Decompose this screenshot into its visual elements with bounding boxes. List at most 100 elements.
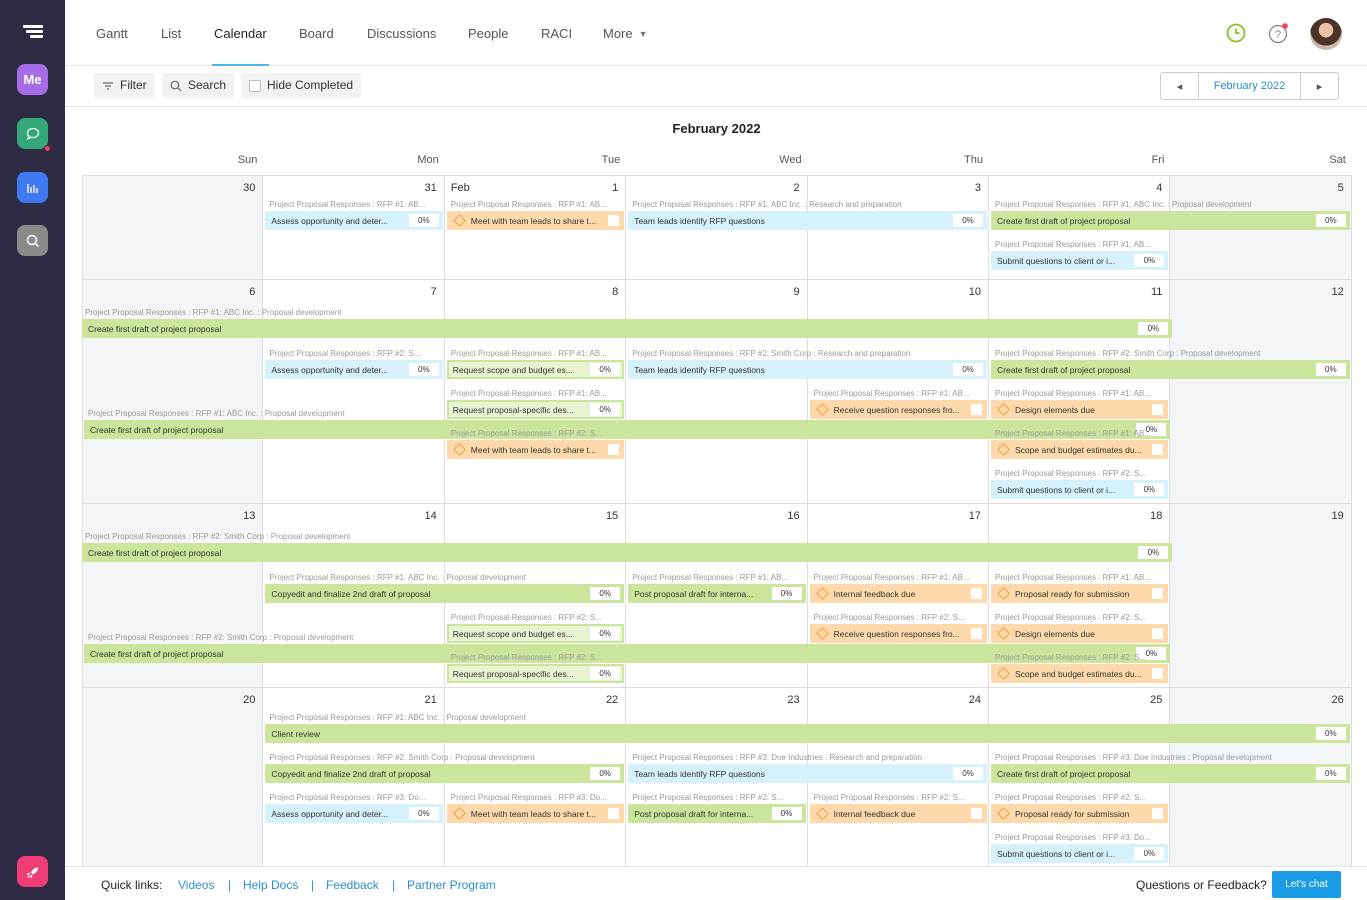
milestone-checkbox[interactable] [970, 628, 982, 639]
me-button[interactable]: Me [17, 64, 48, 95]
task-bar[interactable]: Post proposal draft for interna... 0% [628, 804, 806, 823]
milestone-bar[interactable]: Proposal ready for submission [991, 584, 1169, 603]
hide-completed-checkbox[interactable] [249, 79, 261, 92]
task-bar[interactable]: Team leads identify RFP questions 0% [628, 360, 987, 379]
tab-board[interactable]: Board [299, 0, 334, 66]
task-bar[interactable]: Team leads identify RFP questions 0% [628, 764, 987, 783]
task-bar[interactable]: Team leads identify RFP questions 0% [628, 211, 987, 230]
help-icon[interactable]: ? [1267, 22, 1291, 46]
milestone-checkbox[interactable] [1152, 404, 1164, 415]
progress-percent[interactable]: 0% [1138, 322, 1169, 335]
feedback-link[interactable]: Feedback [326, 878, 379, 892]
milestone-checkbox[interactable] [970, 588, 982, 599]
day-cell[interactable]: 30 [82, 175, 264, 280]
milestone-bar[interactable]: Design elements due [991, 400, 1169, 419]
task-bar[interactable]: Client review 0% [265, 724, 1350, 743]
milestone-checkbox[interactable] [1152, 668, 1164, 679]
progress-percent[interactable]: 0% [1315, 767, 1346, 780]
progress-percent[interactable]: 0% [771, 587, 802, 600]
chat-button[interactable] [17, 118, 51, 152]
tab-discussions[interactable]: Discussions [367, 0, 436, 66]
task-bar[interactable]: Submit questions to client or i... 0% [991, 251, 1169, 270]
prev-month-button[interactable]: ◂ [1161, 73, 1199, 99]
rocket-button[interactable] [17, 856, 48, 887]
progress-percent[interactable]: 0% [590, 667, 621, 680]
app-logo-icon[interactable] [23, 25, 43, 42]
progress-percent[interactable]: 0% [1134, 847, 1165, 860]
milestone-bar[interactable]: Internal feedback due [809, 804, 987, 823]
tab-more[interactable]: More ▼ [603, 0, 648, 66]
progress-percent[interactable]: 0% [1315, 363, 1346, 376]
tab-people[interactable]: People [468, 0, 508, 66]
progress-percent[interactable]: 0% [952, 363, 983, 376]
lets-chat-button[interactable]: Let's chat [1272, 871, 1341, 898]
search-button[interactable]: Search [162, 73, 235, 98]
day-cell[interactable]: 20 [82, 688, 264, 875]
task-bar[interactable]: Copyedit and finalize 2nd draft of propo… [265, 584, 625, 603]
current-month-button[interactable]: February 2022 [1199, 73, 1300, 99]
user-avatar[interactable] [1310, 18, 1342, 50]
milestone-bar[interactable]: Scope and budget estimates du... [991, 440, 1169, 459]
task-bar[interactable]: Submit questions to client or i... 0% [991, 844, 1169, 863]
progress-percent[interactable]: 0% [590, 587, 621, 600]
task-bar[interactable]: Create first draft of project proposal 0% [82, 543, 1173, 562]
milestone-checkbox[interactable] [970, 404, 982, 415]
tab-raci[interactable]: RACI [541, 0, 572, 66]
progress-percent[interactable]: 0% [1138, 546, 1169, 559]
milestone-checkbox[interactable] [1152, 628, 1164, 639]
task-bar[interactable]: Create first draft of project proposal 0% [991, 360, 1350, 379]
task-bar[interactable]: Post proposal draft for interna... 0% [628, 584, 806, 603]
progress-percent[interactable]: 0% [590, 403, 621, 416]
next-month-button[interactable]: ▸ [1300, 73, 1338, 99]
milestone-bar[interactable]: Receive question responses fro... [809, 400, 987, 419]
task-bar[interactable]: Copyedit and finalize 2nd draft of propo… [265, 764, 625, 783]
task-bar[interactable]: Create first draft of project proposal 0% [991, 211, 1350, 230]
videos-link[interactable]: Videos [178, 878, 214, 892]
tab-list[interactable]: List [161, 0, 181, 66]
task-bar[interactable]: Request scope and budget es... 0% [446, 624, 625, 643]
tab-gantt[interactable]: Gantt [96, 0, 128, 66]
progress-percent[interactable]: 0% [590, 767, 621, 780]
task-bar[interactable]: Create first draft of project proposal 0% [991, 764, 1350, 783]
progress-percent[interactable]: 0% [590, 627, 621, 640]
milestone-bar[interactable]: Meet with team leads to share t... [446, 440, 625, 459]
progress-percent[interactable]: 0% [1315, 214, 1346, 227]
help-docs-link[interactable]: Help Docs [243, 878, 298, 892]
clock-icon[interactable] [1225, 22, 1247, 44]
task-bar[interactable]: Assess opportunity and deter... 0% [265, 211, 443, 230]
progress-percent[interactable]: 0% [1134, 254, 1165, 267]
progress-percent[interactable]: 0% [1134, 483, 1165, 496]
task-bar[interactable]: Assess opportunity and deter... 0% [265, 360, 443, 379]
progress-percent[interactable]: 0% [771, 807, 802, 820]
progress-percent[interactable]: 0% [1315, 727, 1346, 740]
task-bar[interactable]: Create first draft of project proposal 0% [82, 319, 1173, 338]
progress-percent[interactable]: 0% [590, 363, 621, 376]
progress-percent[interactable]: 0% [408, 214, 439, 227]
day-cell[interactable]: 12 [1170, 280, 1352, 504]
filter-button[interactable]: Filter [94, 73, 155, 98]
milestone-bar[interactable]: Receive question responses fro... [809, 624, 987, 643]
task-bar[interactable]: Request scope and budget es... 0% [446, 360, 625, 379]
milestone-checkbox[interactable] [1152, 808, 1164, 819]
task-bar[interactable]: Assess opportunity and deter... 0% [265, 804, 443, 823]
milestone-bar[interactable]: Internal feedback due [809, 584, 987, 603]
day-cell[interactable]: 19 [1170, 504, 1352, 688]
progress-percent[interactable]: 0% [952, 767, 983, 780]
milestone-bar[interactable]: Meet with team leads to share t... [446, 211, 625, 230]
milestone-checkbox[interactable] [608, 444, 620, 455]
milestone-checkbox[interactable] [970, 808, 982, 819]
progress-percent[interactable]: 0% [408, 363, 439, 376]
task-bar[interactable]: Request proposal-specific des... 0% [446, 400, 625, 419]
tab-calendar[interactable]: Calendar [212, 0, 269, 66]
partner-program-link[interactable]: Partner Program [407, 878, 496, 892]
milestone-checkbox[interactable] [1152, 444, 1164, 455]
progress-percent[interactable]: 0% [952, 214, 983, 227]
global-search-button[interactable] [17, 225, 48, 256]
hide-completed-toggle[interactable]: Hide Completed [241, 73, 362, 98]
milestone-bar[interactable]: Proposal ready for submission [991, 804, 1169, 823]
milestone-bar[interactable]: Scope and budget estimates du... [991, 664, 1169, 683]
milestone-bar[interactable]: Design elements due [991, 624, 1169, 643]
progress-percent[interactable]: 0% [408, 807, 439, 820]
task-bar[interactable]: Submit questions to client or i... 0% [991, 480, 1169, 499]
milestone-bar[interactable]: Meet with team leads to share t... [446, 804, 625, 823]
